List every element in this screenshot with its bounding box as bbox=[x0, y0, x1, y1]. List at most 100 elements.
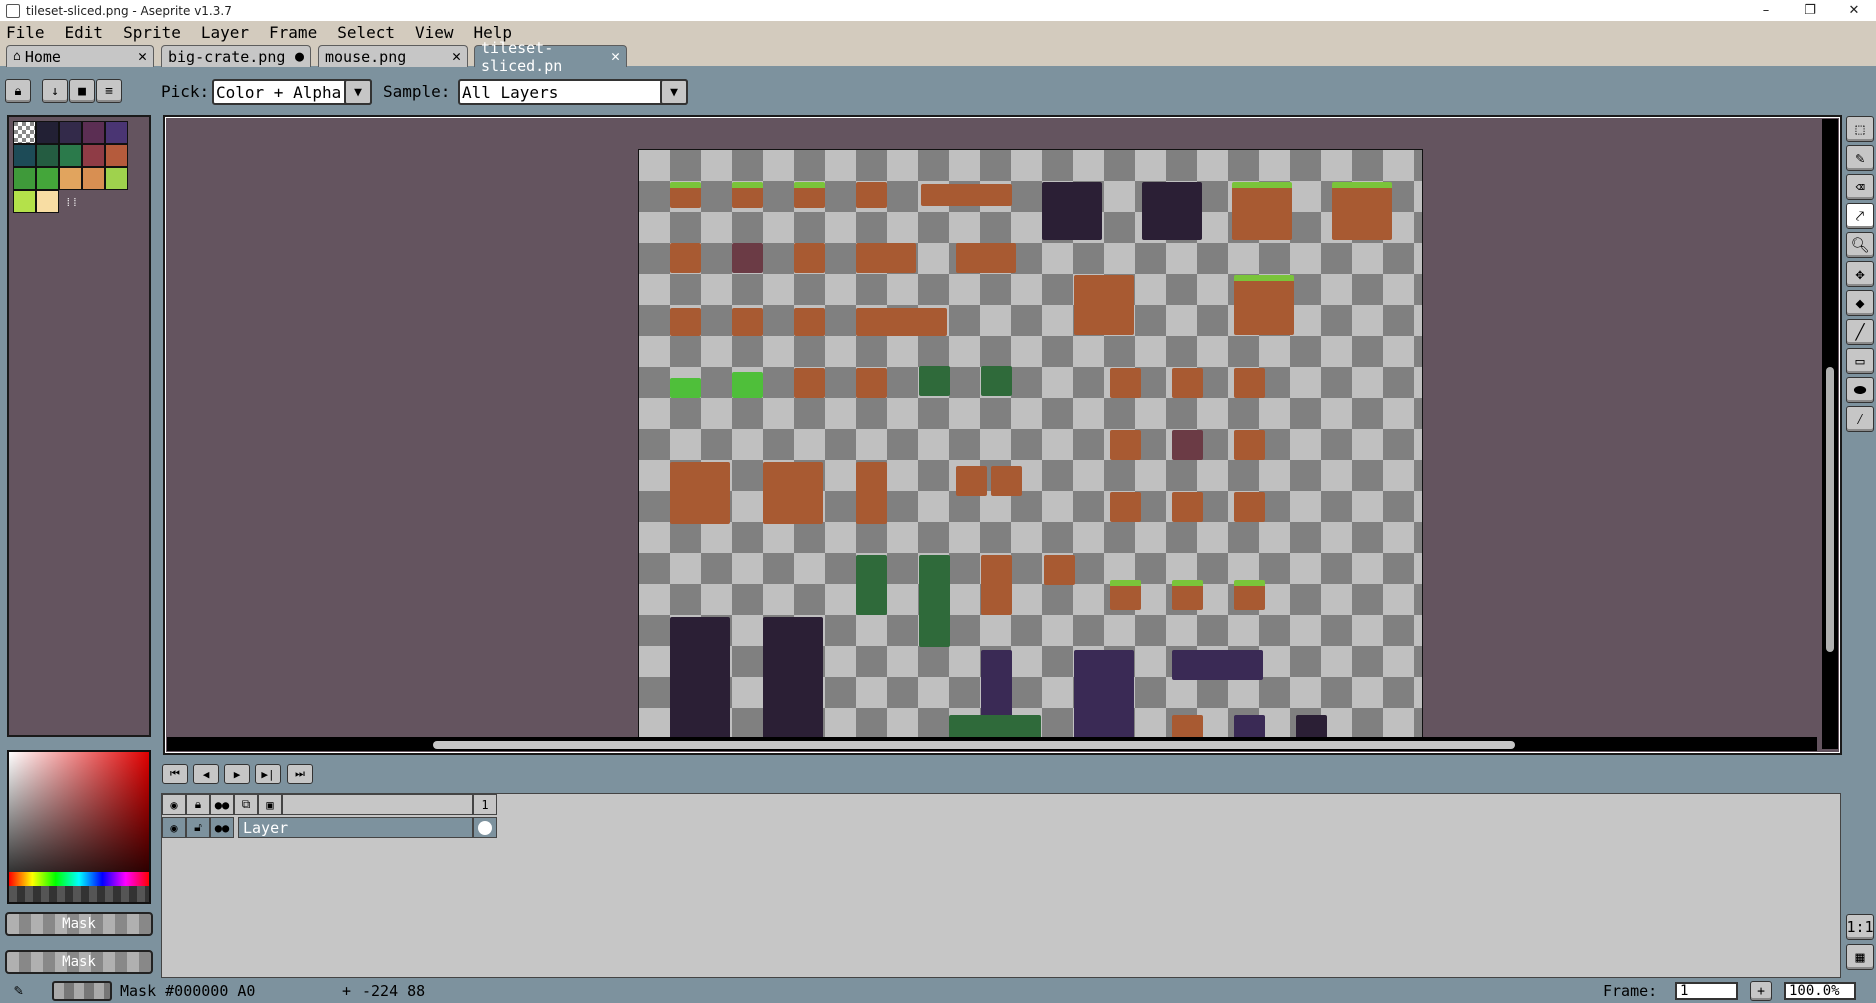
sprite-tile bbox=[794, 182, 825, 208]
eraser-icon[interactable]: ⌫ bbox=[1846, 174, 1874, 200]
menu-layer[interactable]: Layer bbox=[201, 23, 249, 42]
palette-swatch[interactable] bbox=[105, 167, 128, 190]
first-frame-icon[interactable]: ⏮ bbox=[162, 764, 188, 784]
alpha-slider[interactable] bbox=[9, 886, 149, 902]
hue-slider[interactable] bbox=[9, 872, 149, 886]
palette-swatch[interactable] bbox=[59, 144, 82, 167]
square-icon[interactable]: ■ bbox=[69, 79, 95, 103]
menu-select[interactable]: Select bbox=[337, 23, 395, 42]
pencil-icon[interactable]: ✎ bbox=[1846, 145, 1874, 171]
minimize-button[interactable]: – bbox=[1744, 0, 1788, 21]
layer-continuous-icon[interactable]: ●● bbox=[210, 817, 234, 838]
frame-number-header[interactable]: 1 bbox=[473, 794, 497, 815]
play-icon[interactable]: ▶ bbox=[224, 764, 250, 784]
pick-dropdown[interactable]: Color + Alpha ▼ bbox=[212, 79, 372, 105]
palette-swatch[interactable] bbox=[36, 167, 59, 190]
rectangle-icon[interactable]: ▭ bbox=[1846, 348, 1874, 374]
add-frame-icon[interactable]: + bbox=[1750, 981, 1772, 1001]
background-color-button[interactable]: Mask bbox=[5, 950, 153, 974]
contour-icon[interactable]: ⬬ bbox=[1846, 377, 1874, 403]
continuous-icon[interactable]: ●● bbox=[210, 794, 234, 815]
palette-swatch[interactable] bbox=[82, 144, 105, 167]
layer-name[interactable]: Layer bbox=[238, 817, 473, 838]
tab-home[interactable]: ⌂ Home ✕ bbox=[6, 45, 154, 67]
tab-mouse-close-icon[interactable]: ✕ bbox=[452, 47, 461, 65]
sample-dropdown[interactable]: All Layers ▼ bbox=[458, 79, 688, 105]
vertical-scrollbar[interactable] bbox=[1826, 367, 1834, 652]
menu-view[interactable]: View bbox=[415, 23, 454, 42]
palette-swatch[interactable] bbox=[13, 167, 36, 190]
menu-file[interactable]: File bbox=[6, 23, 45, 42]
status-bar: ✎ Mask #000000 A0 + -224 88 Frame: 1 + 1… bbox=[0, 979, 1876, 1003]
download-icon[interactable]: ↓ bbox=[42, 79, 68, 103]
prev-frame-icon[interactable]: ◀ bbox=[193, 764, 219, 784]
chevron-down-icon[interactable]: ▼ bbox=[344, 79, 372, 105]
tab-tileset-sliced-close-icon[interactable]: ✕ bbox=[611, 47, 620, 65]
sprite-tile bbox=[670, 462, 730, 524]
sprite-tile bbox=[956, 243, 1016, 273]
next-frame-icon[interactable]: ▶| bbox=[255, 764, 281, 784]
lock-icon[interactable]: 🔒︎ bbox=[5, 79, 31, 103]
palette-swatch[interactable] bbox=[105, 144, 128, 167]
palette-swatch[interactable] bbox=[13, 144, 36, 167]
palette-panel: ⁞⁞ bbox=[7, 115, 151, 737]
paint-bucket-icon[interactable]: ◆ bbox=[1846, 290, 1874, 316]
move-icon[interactable]: ✥ bbox=[1846, 261, 1874, 287]
rectangular-marquee-icon[interactable]: ⬚ bbox=[1846, 116, 1874, 142]
layer-eye-icon[interactable]: ◉ bbox=[162, 817, 186, 838]
horizontal-scrollbar[interactable] bbox=[433, 741, 1515, 749]
layer-lock-icon[interactable]: 🔓︎ bbox=[186, 817, 210, 838]
eyedropper-icon[interactable]: ⤤ bbox=[1846, 203, 1874, 229]
frame-input[interactable]: 1 bbox=[1675, 982, 1738, 1000]
menu-frame[interactable]: Frame bbox=[269, 23, 317, 42]
color-spectrum[interactable] bbox=[7, 750, 151, 904]
tab-home-close-icon[interactable]: ✕ bbox=[138, 47, 147, 65]
sprite-tile bbox=[1074, 650, 1134, 742]
palette-swatch[interactable] bbox=[59, 167, 82, 190]
tab-tileset-sliced[interactable]: tileset-sliced.pn ✕ bbox=[474, 39, 627, 75]
timeline-panel: ◉ 🔒︎ ●● ⧉ ▣ 1 ◉ 🔓︎ ●● Layer bbox=[161, 793, 1841, 978]
palette-swatch[interactable] bbox=[36, 190, 59, 213]
zoom-icon[interactable]: 🔍︎ bbox=[1846, 232, 1874, 258]
tab-mouse-label: mouse.png bbox=[325, 47, 407, 66]
palette-swatch[interactable] bbox=[36, 121, 59, 144]
menu-edit[interactable]: Edit bbox=[65, 23, 104, 42]
sprite-tile bbox=[732, 308, 763, 336]
palette-swatch[interactable] bbox=[36, 144, 59, 167]
menu-lines-icon[interactable]: ≡ bbox=[96, 79, 122, 103]
close-window-button[interactable]: ✕ bbox=[1832, 0, 1876, 21]
sprite-tile bbox=[856, 182, 887, 208]
frame-icon[interactable]: ▣ bbox=[258, 794, 282, 815]
maximize-button[interactable]: ❐ bbox=[1788, 0, 1832, 21]
palette-swatch[interactable] bbox=[82, 167, 105, 190]
palette-swatch[interactable] bbox=[105, 121, 128, 144]
blur-icon[interactable]: ⁄ bbox=[1846, 406, 1874, 432]
cel-marker[interactable] bbox=[473, 817, 497, 838]
tab-big-crate-modified-icon[interactable]: ● bbox=[295, 47, 304, 65]
tab-mouse[interactable]: mouse.png ✕ bbox=[318, 45, 468, 67]
eye-icon[interactable]: ◉ bbox=[162, 794, 186, 815]
palette-swatch[interactable] bbox=[82, 121, 105, 144]
sprite-tile bbox=[919, 555, 950, 647]
sprite-editor[interactable] bbox=[163, 115, 1842, 755]
chevron-down-icon[interactable]: ▼ bbox=[660, 79, 688, 105]
ratio-button[interactable]: 1:1 bbox=[1846, 914, 1874, 940]
menu-sprite[interactable]: Sprite bbox=[123, 23, 181, 42]
sprite-tile bbox=[794, 243, 825, 273]
line-icon[interactable]: ╱ bbox=[1846, 319, 1874, 345]
palette-swatch[interactable] bbox=[59, 121, 82, 144]
sample-label: Sample: bbox=[383, 82, 451, 101]
sprite-tile bbox=[794, 368, 825, 398]
lock-icon[interactable]: 🔒︎ bbox=[186, 794, 210, 815]
sprite-canvas[interactable] bbox=[638, 149, 1423, 742]
foreground-color-button[interactable]: Mask bbox=[5, 912, 153, 936]
palette-swatch[interactable] bbox=[13, 190, 36, 213]
zoom-input[interactable]: 100.0% bbox=[1784, 982, 1856, 1000]
filmstrip-icon[interactable]: ▦ bbox=[1846, 944, 1874, 970]
last-frame-icon[interactable]: ⏭ bbox=[287, 764, 313, 784]
layers-icon[interactable]: ⧉ bbox=[234, 794, 258, 815]
sprite-tile bbox=[763, 462, 823, 524]
tab-big-crate[interactable]: big-crate.png ● bbox=[161, 45, 311, 67]
brush-preview[interactable] bbox=[52, 981, 112, 1001]
transparent-swatch[interactable] bbox=[13, 121, 36, 144]
